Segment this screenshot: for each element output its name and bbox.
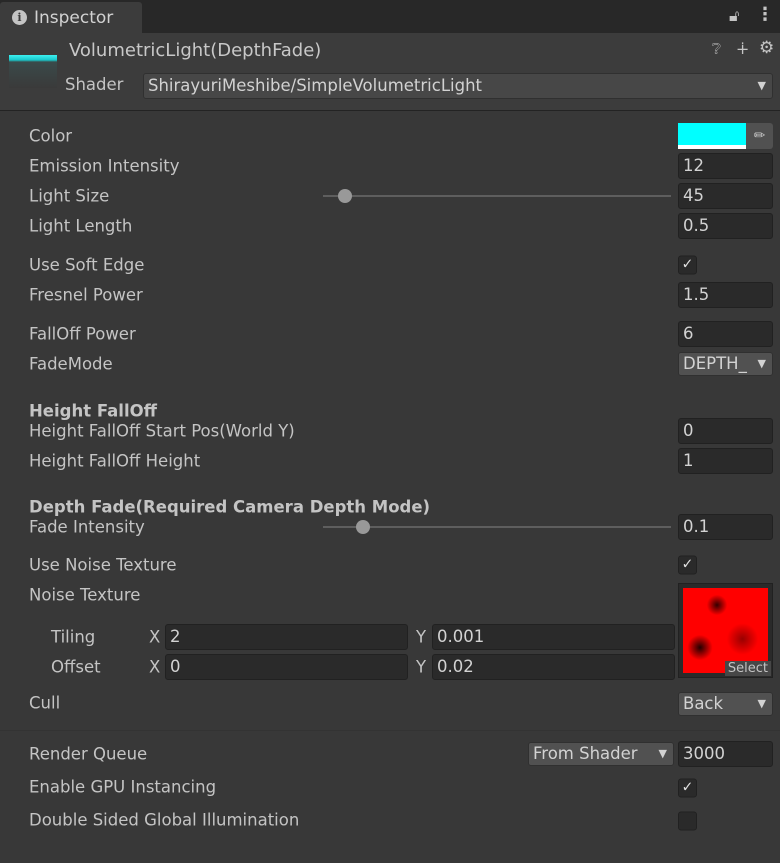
fade-mode-label: FadeMode [29,354,113,374]
fresnel-input[interactable]: 1.5 [678,282,773,308]
fade-intensity-slider[interactable] [323,526,671,528]
fresnel-label: Fresnel Power [29,285,143,305]
light-size-slider-handle[interactable] [338,189,352,203]
use-noise-checkbox[interactable]: ✓ [678,555,697,575]
gpu-instancing-label: Enable GPU Instancing [29,777,217,797]
tiling-y-input[interactable]: 0.001 [432,624,675,650]
offset-y-input[interactable]: 0.02 [432,654,675,680]
height-start-label: Height FallOff Start Pos(World Y) [29,421,295,441]
light-length-input[interactable]: 0.5 [678,213,773,239]
cull-dropdown[interactable]: Back ▼ [678,692,773,716]
gpu-instancing-checkbox[interactable]: ✓ [678,778,697,798]
light-length-label: Light Length [29,216,133,236]
fade-intensity-slider-handle[interactable] [356,520,370,534]
light-size-slider[interactable] [323,195,671,197]
chevron-down-icon: ▼ [658,747,667,760]
lock-icon[interactable]: 🔓︎ [729,6,739,26]
tiling-label: Tiling [51,627,96,647]
offset-y-label: Y [416,657,427,677]
falloff-label: FallOff Power [29,324,136,344]
render-queue-mode-dropdown[interactable]: From Shader ▼ [528,742,674,766]
dsgi-label: Double Sided Global Illumination [29,810,300,830]
fade-intensity-label: Fade Intensity [29,517,145,537]
emission-label: Emission Intensity [29,156,180,176]
falloff-input[interactable]: 6 [678,321,773,347]
tab-title: Inspector [34,7,114,28]
light-size-label: Light Size [29,186,110,206]
presets-icon[interactable]: ∔ [736,39,749,58]
material-preview [9,52,57,88]
help-icon[interactable]: ❔︎ [712,40,721,58]
offset-x-input[interactable]: 0 [165,654,408,680]
divider [0,730,780,731]
soft-edge-label: Use Soft Edge [29,255,145,275]
depth-fade-header: Depth Fade(Required Camera Depth Mode) [29,497,431,517]
height-falloff-header: Height FallOff [29,401,157,421]
color-swatch[interactable] [678,123,746,149]
light-size-input[interactable]: 45 [678,183,773,209]
material-name: VolumetricLight(DepthFade) [69,40,322,61]
tiling-x-input[interactable]: 2 [165,624,408,650]
offset-x-label: X [149,657,161,677]
shader-value: ShirayuriMeshibe/SimpleVolumetricLight [148,76,483,95]
tiling-x-label: X [149,627,161,647]
height-height-input[interactable]: 1 [678,448,773,474]
gear-icon[interactable]: ⚙︎ [759,38,774,58]
chevron-down-icon: ▼ [757,79,766,92]
tab-inspector[interactable]: i Inspector [0,2,142,33]
tiling-y-label: Y [416,627,427,647]
info-icon: i [12,10,27,25]
fade-intensity-input[interactable]: 0.1 [678,514,773,540]
noise-texture-slot[interactable]: Select [678,583,773,678]
dsgi-checkbox[interactable] [678,811,697,831]
select-texture-button[interactable]: Select [724,661,771,676]
cull-label: Cull [29,693,61,713]
shader-dropdown[interactable]: ShirayuriMeshibe/SimpleVolumetricLight ▼ [143,73,773,99]
chevron-down-icon: ▼ [755,353,766,375]
fade-mode-value: DEPTH_ [683,354,747,373]
render-queue-mode-value: From Shader [533,744,638,763]
color-label: Color [29,126,73,146]
cull-value: Back [683,694,724,713]
render-queue-label: Render Queue [29,744,148,764]
offset-label: Offset [51,657,101,677]
soft-edge-checkbox[interactable]: ✓ [678,255,697,275]
shader-label: Shader [65,75,124,94]
use-noise-label: Use Noise Texture [29,555,177,575]
more-menu-icon[interactable]: ⋮ [756,4,774,25]
chevron-down-icon: ▼ [757,697,766,710]
emission-input[interactable]: 12 [678,153,773,179]
height-height-label: Height FallOff Height [29,451,201,471]
height-start-input[interactable]: 0 [678,418,773,444]
noise-texture-label: Noise Texture [29,585,141,605]
eyedropper-icon[interactable]: ✏︎ [746,123,773,149]
render-queue-input[interactable]: 3000 [678,741,773,767]
fade-mode-dropdown[interactable]: DEPTH_ ▼ [678,352,773,376]
